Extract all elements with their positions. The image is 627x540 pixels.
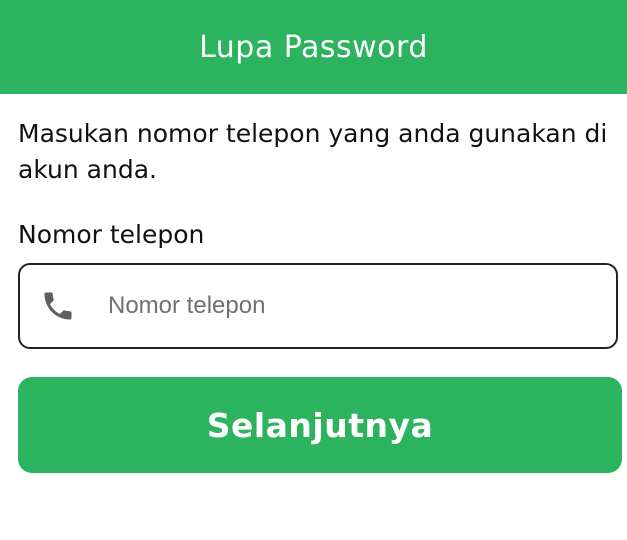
- phone-icon: [38, 286, 78, 326]
- phone-field-label: Nomor telepon: [18, 220, 205, 249]
- app-header: Lupa Password: [0, 0, 627, 94]
- instruction-text: Masukan nomor telepon yang anda gunakan …: [18, 119, 608, 184]
- page-title: Lupa Password: [199, 29, 428, 65]
- next-button[interactable]: Selanjutnya: [18, 377, 622, 473]
- phone-field[interactable]: [18, 263, 618, 349]
- forgot-password-form: Masukan nomor telepon yang anda gunakan …: [0, 116, 627, 473]
- phone-input[interactable]: [106, 291, 590, 321]
